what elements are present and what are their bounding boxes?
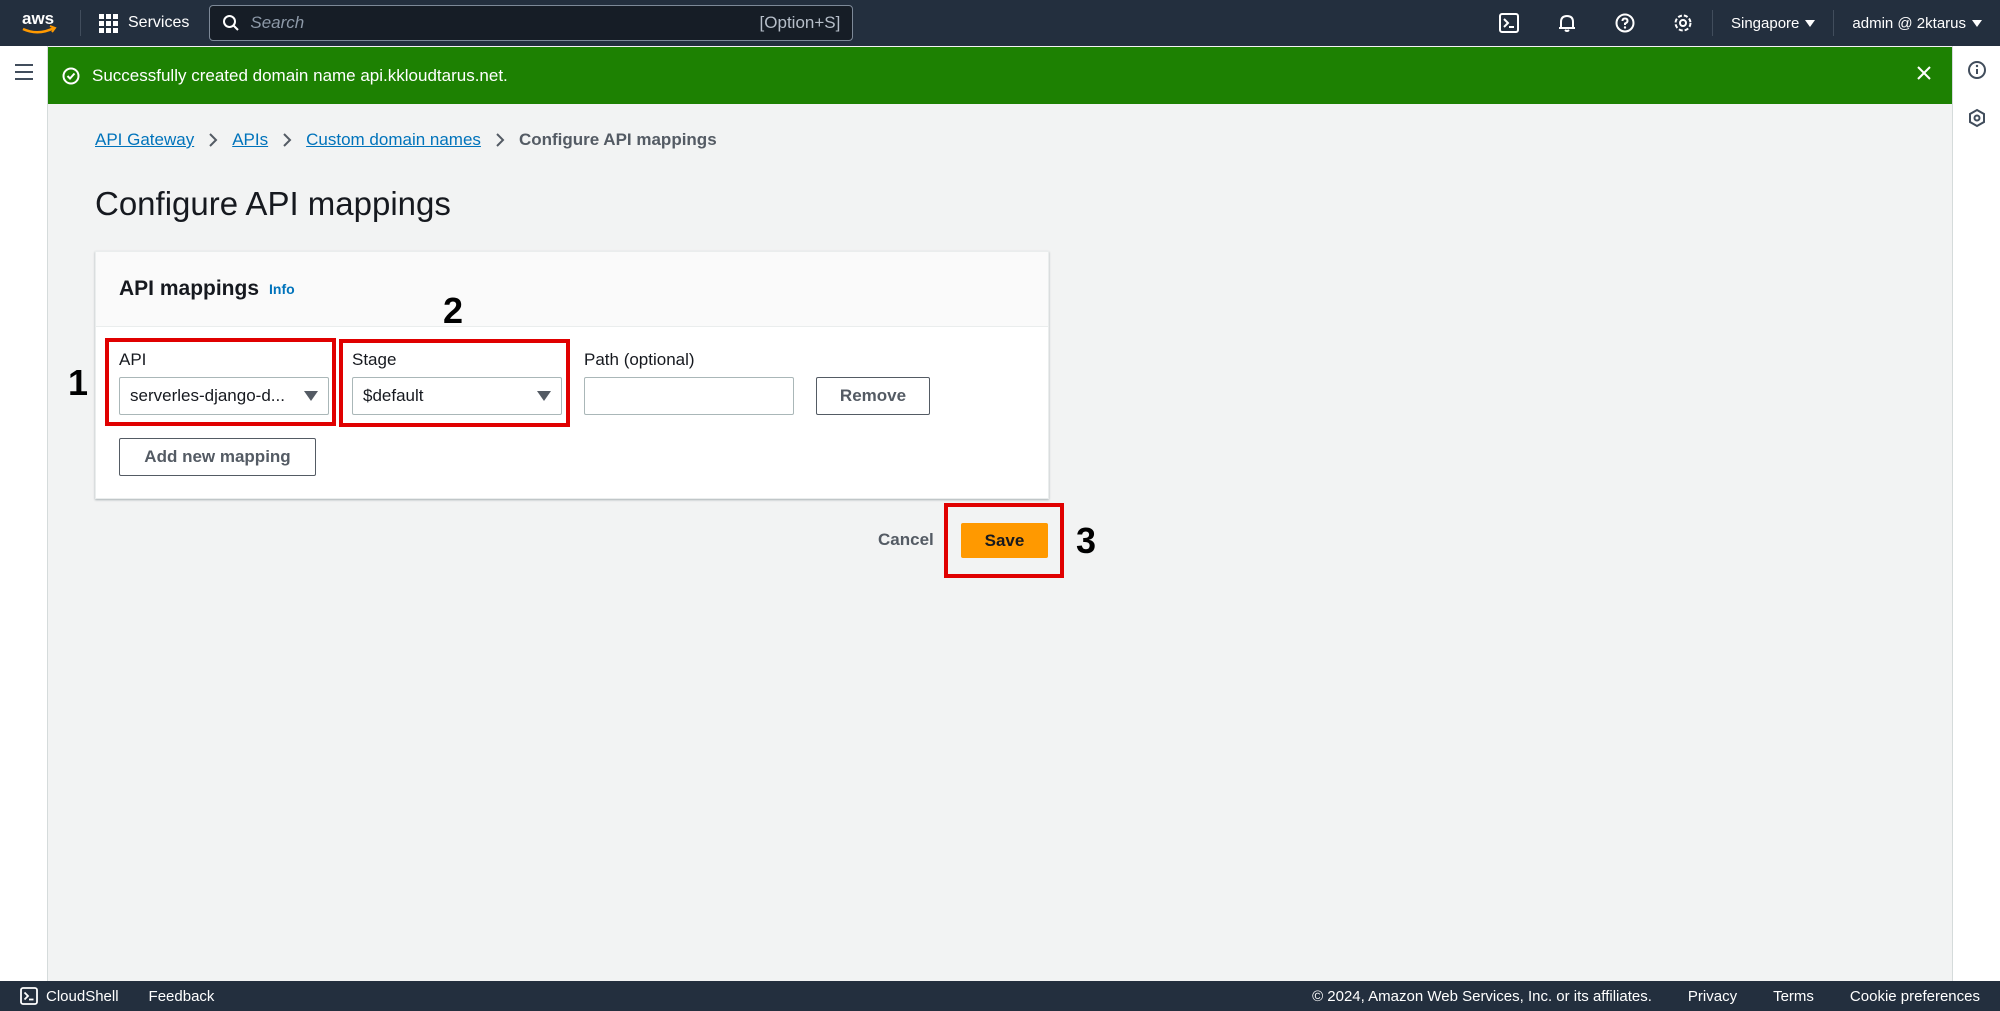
add-new-mapping-button[interactable]: Add new mapping (119, 438, 316, 476)
footer-right: © 2024, Amazon Web Services, Inc. or its… (1312, 988, 2000, 1005)
cloudshell-button[interactable] (1480, 0, 1538, 46)
search-input[interactable]: Search [Option+S] (209, 5, 854, 41)
cloudshell-label: CloudShell (46, 987, 119, 1005)
panel-header: API mappings Info (96, 252, 1048, 327)
cloudshell-icon (20, 987, 38, 1005)
aws-logo-icon: aws (22, 9, 57, 34)
breadcrumb-custom-domain-names[interactable]: Custom domain names (306, 130, 481, 150)
remove-button[interactable]: Remove (816, 377, 930, 415)
services-menu-button[interactable]: Services (81, 13, 209, 33)
search-icon (223, 15, 240, 31)
path-input[interactable] (584, 377, 794, 415)
cloudshell-footer-button[interactable]: CloudShell (20, 987, 119, 1005)
right-rail (1952, 46, 2000, 981)
caret-down-icon (1972, 19, 1982, 27)
notifications-button[interactable] (1538, 0, 1596, 46)
account-menu[interactable]: admin @ 2ktarus (1834, 15, 2000, 32)
breadcrumb-current: Configure API mappings (518, 130, 717, 149)
feedback-link[interactable]: Feedback (149, 988, 215, 1005)
page-title: Configure API mappings (95, 185, 451, 222)
breadcrumb-api-gateway[interactable]: API Gateway (95, 130, 194, 150)
breadcrumb: API Gateway APIs Custom domain names Con… (95, 130, 717, 150)
nav-right-group: Singapore admin @ 2ktarus (1480, 0, 2000, 46)
annotation-number-3: 3 (1076, 520, 1097, 561)
chevron-right-icon (496, 133, 505, 147)
info-icon[interactable] (1967, 60, 1987, 80)
left-rail (0, 46, 48, 981)
annotation-box-save (944, 503, 1064, 578)
aws-logo[interactable]: aws (0, 0, 80, 46)
grid-icon (99, 13, 118, 33)
region-label: Singapore (1731, 14, 1800, 32)
menu-icon[interactable] (15, 64, 33, 85)
top-navigation: aws Services Search [Option+S] Singapore… (0, 0, 2000, 46)
annotation-number-1: 1 (68, 362, 89, 403)
copyright-text: © 2024, Amazon Web Services, Inc. or its… (1312, 987, 1652, 1005)
success-flash-banner: Successfully created domain name api.kkl… (48, 47, 1952, 104)
breadcrumb-apis[interactable]: APIs (232, 130, 268, 150)
flash-message: Successfully created domain name api.kkl… (92, 65, 508, 85)
footer: CloudShell Feedback © 2024, Amazon Web S… (0, 981, 2000, 1011)
hexagon-icon[interactable] (1967, 108, 1987, 128)
region-selector[interactable]: Singapore (1713, 15, 1833, 32)
services-label: Services (128, 14, 190, 31)
privacy-link[interactable]: Privacy (1688, 988, 1737, 1005)
cancel-button[interactable]: Cancel (878, 530, 934, 550)
caret-down-icon (1805, 19, 1816, 27)
svg-text:aws: aws (22, 9, 54, 28)
cloudshell-icon (1499, 13, 1519, 33)
annotation-box-api (105, 338, 336, 426)
close-icon (1917, 66, 1931, 80)
terms-link[interactable]: Terms (1773, 988, 1814, 1005)
bell-icon (1559, 14, 1575, 32)
path-field-label: Path (optional) (584, 350, 695, 369)
settings-button[interactable] (1654, 0, 1712, 46)
help-button[interactable] (1596, 0, 1654, 46)
close-flash-button[interactable] (1910, 59, 1938, 92)
cookie-preferences-link[interactable]: Cookie preferences (1850, 988, 1980, 1005)
account-label: admin @ 2ktarus (1852, 14, 1966, 32)
info-link[interactable]: Info (269, 281, 295, 297)
search-placeholder: Search (250, 13, 305, 32)
search-shortcut: [Option+S] (759, 13, 841, 32)
chevron-right-icon (283, 133, 292, 147)
chevron-right-icon (209, 133, 218, 147)
annotation-box-stage (339, 339, 570, 427)
gear-icon (1674, 14, 1692, 32)
help-icon (1615, 13, 1635, 33)
check-circle-icon (62, 67, 80, 84)
annotation-number-2: 2 (443, 290, 464, 331)
panel-title: API mappings (119, 277, 260, 300)
